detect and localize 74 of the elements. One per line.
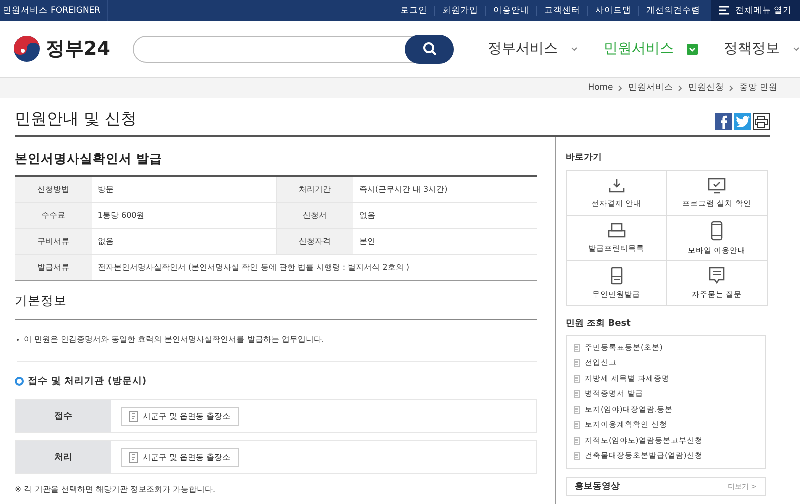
chevron-right-icon	[678, 84, 684, 92]
sidebar-heading: 민원 조회 Best	[566, 318, 632, 330]
nav-tab[interactable]: 정책정보	[724, 40, 800, 58]
value-cell-text: 즉시(근무시간 내 3시간)	[358, 184, 449, 196]
facebook-button[interactable]	[715, 113, 732, 130]
value-cell-text: 방문	[96, 184, 115, 196]
service-title: 본인서명사실확인서 발급	[15, 151, 164, 168]
document-icon	[574, 359, 580, 368]
circle-bullet-icon	[15, 377, 24, 386]
chevron-down-icon	[687, 44, 698, 54]
breadcrumb-link[interactable]: 민원서비스	[628, 82, 674, 94]
document-icon	[574, 344, 580, 352]
agency-button[interactable]: 시군구 및 읍면동 출장소	[121, 448, 239, 466]
document-icon	[574, 390, 580, 398]
top-link[interactable]: 사이트맵	[587, 6, 638, 16]
logo-icon	[13, 35, 41, 63]
chevron-down-icon	[571, 46, 578, 52]
print-button[interactable]	[753, 113, 770, 130]
chevron-right-icon	[729, 84, 734, 92]
promo-heading: 홍보동영상	[575, 481, 620, 493]
label-cell: 신청서	[276, 203, 354, 228]
value-cell-text: 본인	[358, 236, 376, 248]
breadcrumb-link[interactable]: Home	[588, 83, 614, 93]
label-cell: 수수료	[15, 203, 92, 228]
top-link[interactable]: 로그인	[393, 6, 434, 16]
label-cell: 구비서류	[15, 229, 92, 254]
logo-text: 정부24	[46, 37, 110, 62]
twitter-icon	[736, 116, 750, 128]
value-cell-text: 없음	[96, 236, 115, 248]
label-cell: 처리기간	[276, 177, 354, 202]
search-field[interactable]	[133, 36, 454, 62]
document-icon	[574, 374, 580, 383]
download-icon	[608, 178, 624, 194]
sidebar-heading: 바로가기	[566, 152, 603, 164]
top-link[interactable]: 개선의견수렴	[638, 6, 708, 16]
section-heading: 기본정보	[15, 293, 537, 320]
agency-button[interactable]: 시군구 및 읍면동 출장소	[121, 406, 239, 426]
label-cell: 신청방법	[15, 177, 92, 202]
menu-button[interactable]: 전체메뉴 열기	[711, 0, 800, 21]
print-icon	[755, 116, 768, 128]
document-icon	[574, 452, 580, 460]
chevron-right-icon	[618, 84, 624, 92]
site-link[interactable]: 민원서비스	[3, 4, 48, 16]
menu-icon	[719, 6, 730, 15]
kiosk-icon	[610, 266, 622, 284]
top-link[interactable]: 회원가입	[434, 6, 486, 16]
agency-heading: 접수 및 처리기관 (방문시)	[28, 375, 147, 388]
printer-icon	[608, 222, 626, 238]
document-icon	[574, 406, 580, 414]
top-link[interactable]: 이용안내	[485, 6, 536, 16]
document-icon	[574, 436, 580, 445]
agency-label: 접수	[16, 400, 111, 432]
document-icon	[574, 421, 580, 430]
monitor-icon	[708, 178, 726, 194]
value-cell-text: 전자본인서명사실확인서 (본인서명사실 확인 등에 관한 법률 시행령 : 별지서식 2호의 )	[97, 262, 410, 274]
page-title: 민원안내 및 신청	[15, 109, 138, 130]
search-button[interactable]	[405, 34, 454, 64]
breadcrumb-link[interactable]: 민원신청	[688, 82, 724, 94]
facebook-icon	[718, 114, 728, 128]
value-cell-text: 없음	[358, 210, 376, 222]
search-icon	[422, 42, 436, 56]
label-cell: 발급서류	[15, 255, 92, 280]
agency-label: 처리	[16, 441, 111, 473]
value-cell-text: 1통당 600원	[96, 210, 146, 222]
phone-icon	[711, 220, 723, 240]
breadcrumb-link[interactable]: 중앙 민원	[739, 82, 778, 94]
speech-bubble-icon	[709, 266, 725, 284]
nav-tab[interactable]: 정부서비스	[488, 40, 578, 58]
description-text: 이 민원은 인감증명서와 동일한 효력의 본인서명사실확인서를 발급하는 업무입니다.	[24, 334, 324, 345]
note-text: ※ 각 기관을 선택하면 해당기관 정보조회가 가능합니다.	[15, 484, 217, 495]
label-cell: 신청자격	[276, 229, 354, 254]
chevron-down-icon	[793, 46, 800, 52]
site-link[interactable]: FOREIGNER	[51, 6, 101, 16]
top-link[interactable]: 고객센터	[536, 6, 588, 16]
